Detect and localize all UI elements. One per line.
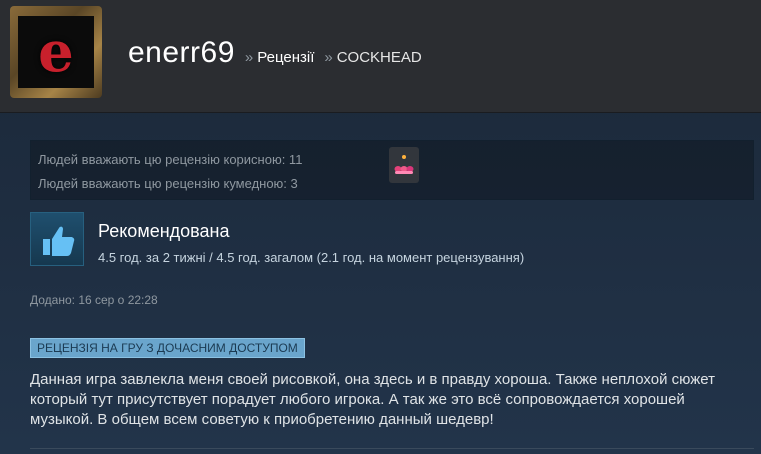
recommendation-block: Рекомендована 4.5 год. за 2 тижні / 4.5 …: [30, 212, 754, 272]
profile-header: e enerr69 » Рецензії » COCKHEAD: [0, 0, 761, 113]
breadcrumb-reviews-link[interactable]: Рецензії: [257, 49, 314, 66]
funny-count: Людей вважають цю рецензію кумедною: 3: [38, 176, 298, 191]
breadcrumb: enerr69 » Рецензії » COCKHEAD: [128, 36, 422, 76]
username-link[interactable]: enerr69: [128, 36, 235, 70]
avatar-letter: e: [38, 19, 74, 85]
award-icon[interactable]: [389, 147, 419, 183]
helpful-count: Людей вважають цю рецензію корисною: 11: [38, 152, 303, 167]
breadcrumb-separator: »: [324, 49, 333, 66]
breadcrumb-separator: »: [244, 49, 254, 66]
divider: [30, 448, 754, 449]
early-access-badge: РЕЦЕНЗІЯ НА ГРУ З ДОЧАСНИМ ДОСТУПОМ: [30, 338, 305, 358]
posted-date: Додано: 16 сер о 22:28: [30, 293, 158, 307]
review-text: Данная игра завлекла меня своей рисовкой…: [30, 371, 715, 428]
playtime-hours: 4.5 год. за 2 тижні / 4.5 год. загалом (…: [98, 250, 525, 265]
review-ratings-panel: Людей вважають цю рецензію корисною: 11 …: [30, 140, 754, 200]
avatar[interactable]: e: [10, 6, 102, 98]
thumbs-up-icon: [30, 212, 84, 266]
avatar-image: e: [18, 16, 94, 88]
breadcrumb-game-name: COCKHEAD: [336, 49, 422, 66]
recommendation-title: Рекомендована: [98, 221, 230, 241]
